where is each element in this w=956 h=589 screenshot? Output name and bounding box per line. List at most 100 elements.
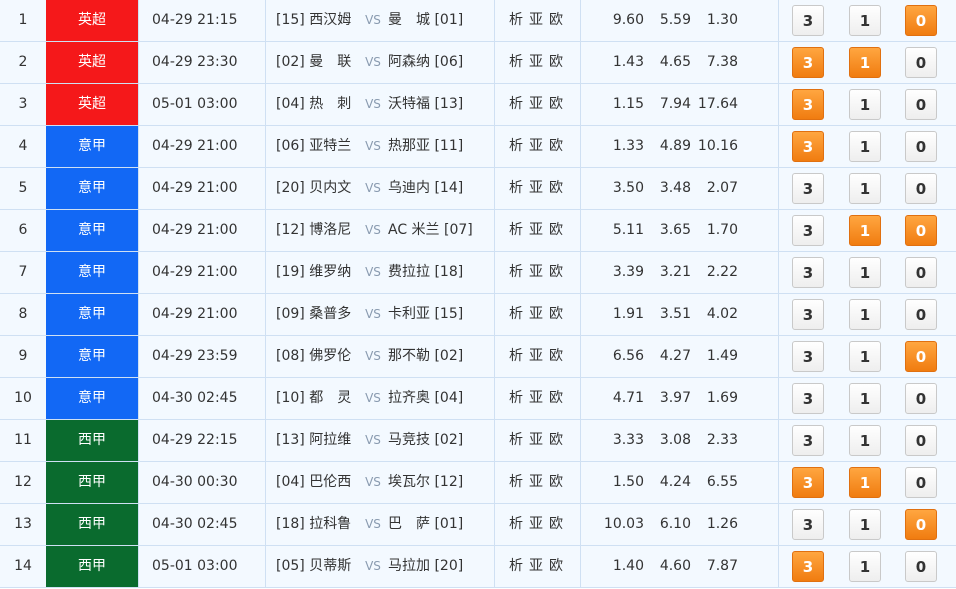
away-team[interactable]: 曼 城 [01] [388,0,494,41]
away-team[interactable]: 阿森纳 [06] [388,42,494,83]
pick-win-button[interactable]: 3 [792,215,824,246]
pick-loss-button[interactable]: 0 [905,383,937,414]
analysis-links[interactable]: 析亚欧 [509,420,579,461]
row-number: 4 [18,138,28,154]
column-divider [778,0,779,41]
odds-home: 3.39 [612,264,644,280]
pick-win-button[interactable]: 3 [792,257,824,288]
pick-loss-button[interactable]: 0 [905,551,937,582]
odds-away: 7.38 [706,54,738,70]
league-badge[interactable]: 意甲 [46,378,138,419]
pick-draw-button[interactable]: 1 [849,341,881,372]
pick-loss-button[interactable]: 0 [905,509,937,540]
league-badge[interactable]: 意甲 [46,126,138,167]
pick-win-button[interactable]: 3 [792,47,824,78]
column-divider [778,84,779,125]
vs-separator: VS [365,139,381,153]
analysis-links[interactable]: 析亚欧 [509,252,579,293]
analysis-links[interactable]: 析亚欧 [509,168,579,209]
pick-loss-button[interactable]: 0 [905,5,937,36]
pick-win-button[interactable]: 3 [792,89,824,120]
pick-win-button[interactable]: 3 [792,467,824,498]
pick-win-button[interactable]: 3 [792,551,824,582]
pick-draw-button[interactable]: 1 [849,47,881,78]
pick-loss-button[interactable]: 0 [905,215,937,246]
league-badge[interactable]: 西甲 [46,462,138,503]
pick-win-button[interactable]: 3 [792,5,824,36]
row-number: 1 [18,12,28,28]
pick-win-button[interactable]: 3 [792,383,824,414]
odds-draw: 6.10 [659,516,691,532]
pick-draw-button[interactable]: 1 [849,299,881,330]
pick-draw-button[interactable]: 1 [849,467,881,498]
pick-draw-button[interactable]: 1 [849,425,881,456]
pick-loss-button[interactable]: 0 [905,467,937,498]
league-badge[interactable]: 意甲 [46,252,138,293]
odds-away: 4.02 [706,306,738,322]
pick-loss-button[interactable]: 0 [905,131,937,162]
analysis-links[interactable]: 析亚欧 [509,546,579,587]
odds-home: 1.43 [612,54,644,70]
league-badge[interactable]: 西甲 [46,420,138,461]
away-team[interactable]: 卡利亚 [15] [388,294,494,335]
pick-draw-button[interactable]: 1 [849,131,881,162]
analysis-links[interactable]: 析亚欧 [509,336,579,377]
pick-win-button[interactable]: 3 [792,173,824,204]
league-badge[interactable]: 英超 [46,0,138,41]
table-row: 12 西甲 04-30 00:30 [04] 巴伦西 VS 埃瓦尔 [12] 析… [0,462,956,504]
analysis-links[interactable]: 析亚欧 [509,126,579,167]
analysis-links[interactable]: 析亚欧 [509,378,579,419]
pick-loss-button[interactable]: 0 [905,47,937,78]
pick-draw-button[interactable]: 1 [849,509,881,540]
analysis-links[interactable]: 析亚欧 [509,210,579,251]
league-badge[interactable]: 英超 [46,42,138,83]
pick-draw-button[interactable]: 1 [849,215,881,246]
analysis-links[interactable]: 析亚欧 [509,504,579,545]
away-team[interactable]: 热那亚 [11] [388,126,494,167]
pick-draw-button[interactable]: 1 [849,173,881,204]
table-row: 6 意甲 04-29 21:00 [12] 博洛尼 VS AC 米兰 [07] … [0,210,956,252]
analysis-links[interactable]: 析亚欧 [509,84,579,125]
pick-draw-button[interactable]: 1 [849,257,881,288]
analysis-links[interactable]: 析亚欧 [509,42,579,83]
pick-win-button[interactable]: 3 [792,509,824,540]
league-badge[interactable]: 西甲 [46,546,138,587]
pick-loss-button[interactable]: 0 [905,257,937,288]
league-badge[interactable]: 西甲 [46,504,138,545]
pick-loss-button[interactable]: 0 [905,173,937,204]
match-time: 05-01 03:00 [152,96,238,112]
pick-draw-button[interactable]: 1 [849,89,881,120]
away-team[interactable]: 埃瓦尔 [12] [388,462,494,503]
vs-separator: VS [365,349,381,363]
pick-win-button[interactable]: 3 [792,299,824,330]
pick-win-button[interactable]: 3 [792,131,824,162]
away-team[interactable]: AC 米兰 [07] [388,210,494,251]
analysis-links[interactable]: 析亚欧 [509,462,579,503]
away-team[interactable]: 那不勒 [02] [388,336,494,377]
pick-loss-button[interactable]: 0 [905,299,937,330]
odds-draw: 7.94 [659,96,691,112]
away-team[interactable]: 沃特福 [13] [388,84,494,125]
league-badge[interactable]: 意甲 [46,168,138,209]
away-team[interactable]: 拉齐奥 [04] [388,378,494,419]
pick-loss-button[interactable]: 0 [905,341,937,372]
league-badge[interactable]: 英超 [46,84,138,125]
league-badge[interactable]: 意甲 [46,210,138,251]
pick-loss-button[interactable]: 0 [905,89,937,120]
away-team[interactable]: 费拉拉 [18] [388,252,494,293]
table-row: 14 西甲 05-01 03:00 [05] 贝蒂斯 VS 马拉加 [20] 析… [0,546,956,588]
away-team[interactable]: 巴 萨 [01] [388,504,494,545]
pick-loss-button[interactable]: 0 [905,425,937,456]
league-badge[interactable]: 意甲 [46,336,138,377]
pick-draw-button[interactable]: 1 [849,551,881,582]
pick-draw-button[interactable]: 1 [849,383,881,414]
away-team[interactable]: 乌迪内 [14] [388,168,494,209]
away-team[interactable]: 马竞技 [02] [388,420,494,461]
away-team[interactable]: 马拉加 [20] [388,546,494,587]
analysis-links[interactable]: 析亚欧 [509,0,579,41]
analysis-links[interactable]: 析亚欧 [509,294,579,335]
pick-draw-button[interactable]: 1 [849,5,881,36]
league-badge[interactable]: 意甲 [46,294,138,335]
pick-win-button[interactable]: 3 [792,341,824,372]
pick-win-button[interactable]: 3 [792,425,824,456]
